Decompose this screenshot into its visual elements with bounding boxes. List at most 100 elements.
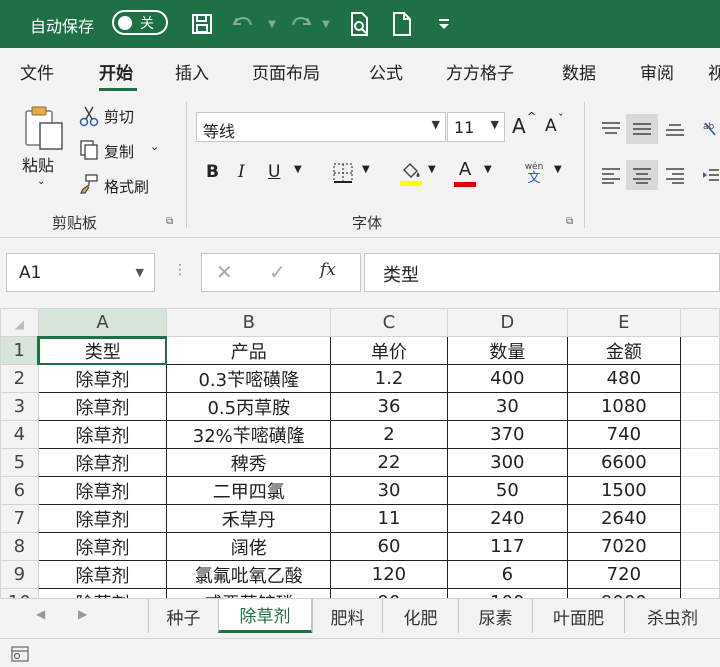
borders-icon[interactable] (330, 160, 356, 186)
underline-dropdown-icon[interactable]: ▼ (294, 164, 302, 175)
font-color-dropdown-icon[interactable]: ▼ (484, 164, 492, 175)
row-header[interactable]: 6 (0, 476, 39, 505)
align-top-icon[interactable] (596, 114, 626, 144)
table-cell[interactable]: 30 (330, 476, 448, 505)
table-cell[interactable]: 稗秀 (166, 448, 332, 477)
table-cell[interactable]: 除草剂 (37, 364, 168, 393)
font-size-select[interactable]: 11 ▼ (447, 112, 505, 142)
table-cell[interactable]: 除草剂 (37, 476, 168, 505)
empty-cell[interactable] (679, 504, 720, 533)
table-cell[interactable]: 除草剂 (37, 420, 168, 449)
table-cell[interactable]: 300 (446, 448, 569, 477)
table-cell[interactable]: 除草剂 (37, 532, 168, 561)
tab-fangfang[interactable]: 方方格子 (446, 59, 514, 84)
row-header[interactable]: 8 (0, 532, 39, 561)
table-cell[interactable]: 除草剂 (37, 560, 168, 589)
fill-color-dropdown-icon[interactable]: ▼ (428, 164, 436, 175)
table-cell[interactable]: 0.5丙草胺 (166, 392, 332, 421)
tab-formulas[interactable]: 公式 (369, 59, 403, 84)
save-icon[interactable] (188, 10, 216, 38)
new-file-icon[interactable] (388, 10, 416, 38)
font-launcher-icon[interactable]: ⧉ (566, 216, 573, 227)
redo-icon[interactable] (286, 10, 314, 38)
format-painter-label[interactable]: 格式刷 (104, 176, 149, 197)
insert-function-button[interactable]: fx (320, 260, 336, 280)
italic-button[interactable]: I (238, 162, 245, 182)
table-cell[interactable]: 117 (446, 532, 569, 561)
align-middle-icon[interactable] (627, 114, 657, 144)
column-header-b[interactable]: B (166, 308, 332, 337)
column-header-f[interactable] (679, 308, 720, 337)
select-all-corner[interactable]: ◢ (0, 308, 39, 337)
table-cell[interactable]: 50 (446, 476, 569, 505)
table-cell[interactable]: 阔佬 (166, 532, 332, 561)
table-cell[interactable]: 金额 (567, 336, 681, 365)
paste-label[interactable]: 粘贴 (22, 152, 54, 176)
print-preview-icon[interactable] (346, 10, 374, 38)
table-cell[interactable]: 30 (446, 392, 569, 421)
table-cell[interactable]: 除草剂 (37, 504, 168, 533)
empty-cell[interactable] (679, 476, 720, 505)
table-cell[interactable]: 除草剂 (37, 392, 168, 421)
sheet-tab-fertilizer[interactable]: 肥料 (312, 599, 382, 633)
empty-cell[interactable] (679, 392, 720, 421)
autosave-toggle[interactable]: 关 (112, 10, 168, 35)
tab-home[interactable]: 开始 (99, 59, 133, 84)
table-cell[interactable]: 6 (446, 560, 569, 589)
table-cell[interactable]: 370 (446, 420, 569, 449)
orientation-icon[interactable]: ab (700, 114, 720, 144)
column-header-e[interactable]: E (567, 308, 681, 337)
empty-cell[interactable] (679, 560, 720, 589)
undo-dropdown-icon[interactable]: ▼ (258, 10, 286, 38)
table-cell[interactable]: 单价 (330, 336, 448, 365)
table-cell[interactable]: 32%苄嘧磺隆 (166, 420, 332, 449)
table-cell[interactable]: 2640 (567, 504, 681, 533)
row-header[interactable]: 7 (0, 504, 39, 533)
empty-cell[interactable] (679, 420, 720, 449)
row-header[interactable]: 9 (0, 560, 39, 589)
customize-toolbar-icon[interactable] (430, 10, 458, 38)
font-color-icon[interactable]: A (452, 158, 478, 188)
row-header[interactable]: 2 (0, 364, 39, 393)
table-cell[interactable]: 禾草丹 (166, 504, 332, 533)
format-painter-icon[interactable] (78, 172, 100, 196)
table-cell[interactable]: 22 (330, 448, 448, 477)
scroll-sheets-left-icon[interactable]: ◀ (36, 607, 45, 621)
table-cell[interactable]: 9000 (567, 588, 681, 598)
align-right-icon[interactable] (660, 160, 690, 190)
clipboard-launcher-icon[interactable]: ⧉ (166, 216, 173, 227)
sheet-tab-chem-fertilizer[interactable]: 化肥 (382, 599, 458, 633)
table-cell[interactable]: 60 (330, 532, 448, 561)
phonetic-guide-icon[interactable]: wén 文 (520, 158, 548, 188)
table-cell[interactable]: 二甲四氯 (166, 476, 332, 505)
sheet-tab-seeds[interactable]: 种子 (148, 599, 218, 633)
row-header[interactable]: 5 (0, 448, 39, 477)
table-cell[interactable]: 7020 (567, 532, 681, 561)
tab-view[interactable]: 视 (708, 59, 720, 84)
empty-cell[interactable] (679, 588, 720, 598)
scissors-icon[interactable] (78, 104, 100, 128)
table-cell[interactable]: 90 (330, 588, 448, 598)
empty-cell[interactable] (679, 532, 720, 561)
sheet-tab-urea[interactable]: 尿素 (458, 599, 532, 633)
scroll-sheets-right-icon[interactable]: ▶ (78, 607, 87, 621)
cut-label[interactable]: 剪切 (104, 106, 134, 127)
align-center-icon[interactable] (627, 160, 657, 190)
bold-button[interactable]: B (206, 162, 219, 182)
table-cell[interactable]: 产品 (166, 336, 332, 365)
empty-cell[interactable] (679, 448, 720, 477)
align-left-icon[interactable] (596, 160, 626, 190)
row-header[interactable]: 1 (0, 336, 40, 365)
tab-insert[interactable]: 插入 (175, 59, 209, 84)
copy-dropdown-icon[interactable]: ⌄ (150, 140, 159, 153)
table-cell[interactable]: 120 (330, 560, 448, 589)
table-cell[interactable]: 类型 (37, 336, 168, 365)
table-cell[interactable]: 威恶草锌磷 (166, 588, 332, 598)
table-cell[interactable]: 36 (330, 392, 448, 421)
phonetic-dropdown-icon[interactable]: ▼ (554, 164, 562, 175)
underline-button[interactable]: U (268, 162, 280, 182)
cancel-icon[interactable]: ✕ (216, 260, 233, 284)
table-cell[interactable]: 1.2 (330, 364, 448, 393)
row-header[interactable]: 3 (0, 392, 39, 421)
table-cell[interactable]: 6600 (567, 448, 681, 477)
